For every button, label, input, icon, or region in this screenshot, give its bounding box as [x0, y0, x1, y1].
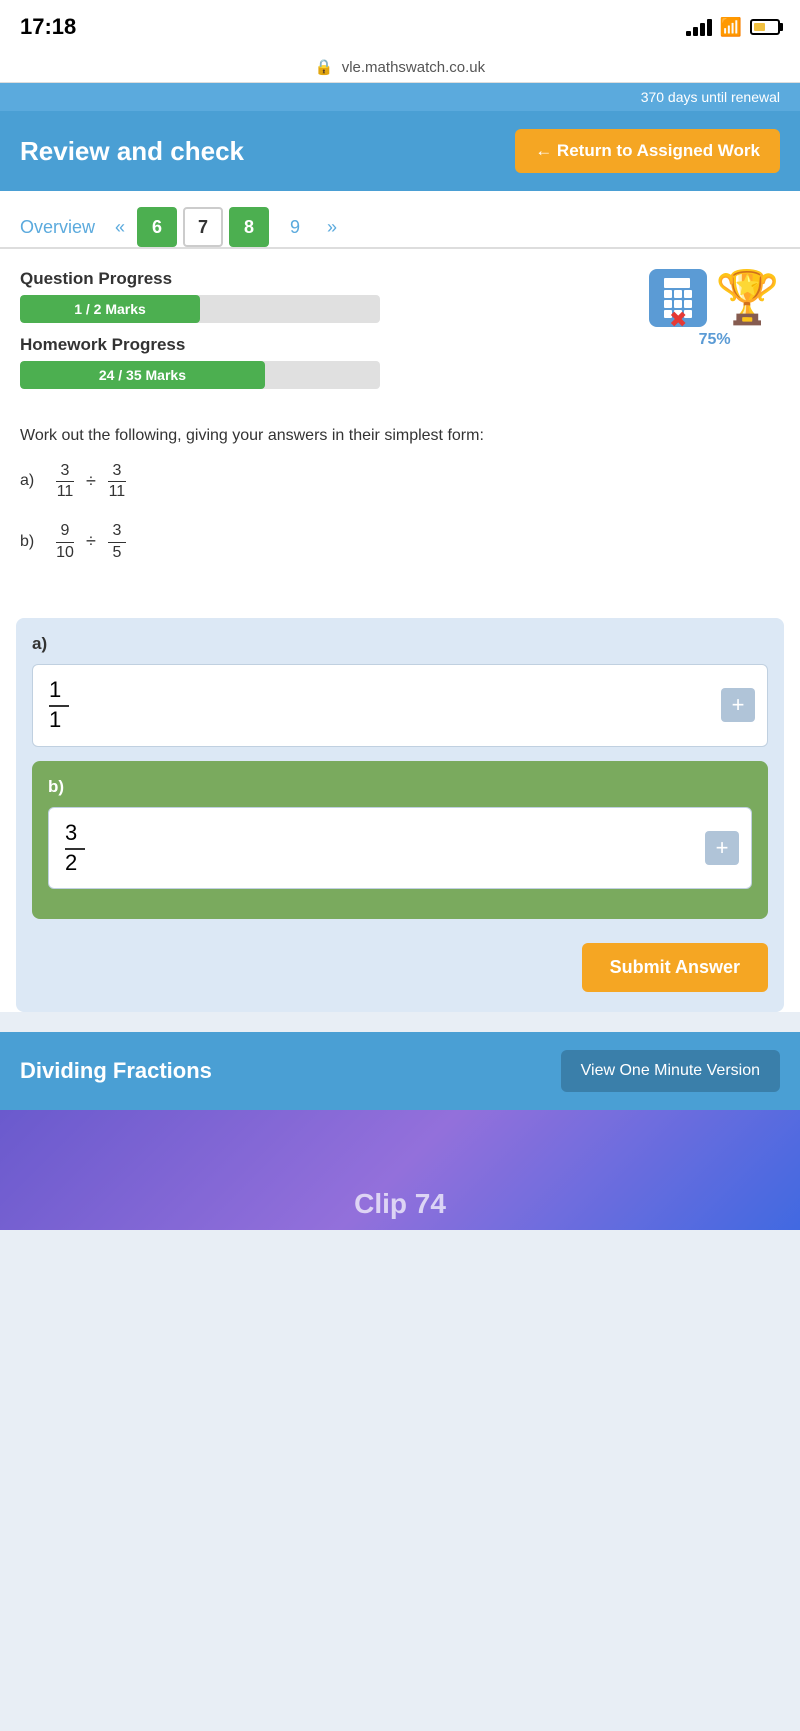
page-header: Review and check ← Return to Assigned Wo…: [0, 111, 800, 191]
calculator-icon: ✖: [649, 269, 707, 327]
video-watermark: Clip 74: [354, 1188, 446, 1220]
tabs-row: Overview « 6 7 8 9 »: [0, 191, 800, 249]
wifi-icon: 📶: [720, 17, 742, 38]
plus-button-b[interactable]: +: [705, 831, 739, 865]
homework-progress-fill: 24 / 35 Marks: [20, 361, 265, 389]
answer-fraction-b: 3 2: [65, 820, 85, 877]
trophy-star: ⭐: [735, 276, 760, 296]
tab-nav-prev[interactable]: «: [109, 213, 131, 242]
answer-input-b[interactable]: 3 2 +: [48, 807, 752, 890]
icons-row: ✖ 🏆 ⭐: [649, 269, 780, 327]
tab-item-6[interactable]: 6: [137, 207, 177, 247]
tab-item-9[interactable]: 9: [275, 207, 315, 247]
status-bar: 17:18 📶: [0, 0, 800, 52]
tab-item-8[interactable]: 8: [229, 207, 269, 247]
part-b-label: b): [20, 533, 50, 551]
tab-nav-next[interactable]: »: [321, 213, 343, 242]
operator-b: ÷: [86, 531, 96, 552]
question-instruction: Work out the following, giving your answ…: [20, 427, 780, 445]
status-time: 17:18: [20, 14, 76, 40]
page-title: Review and check: [20, 136, 244, 167]
fraction-b2: 3 5: [108, 521, 126, 561]
red-x-icon: ✖: [669, 307, 687, 333]
question-area: Work out the following, giving your answ…: [0, 411, 800, 598]
question-part-a: a) 3 11 ÷ 3 11: [20, 461, 780, 501]
homework-progress-label: Homework Progress: [20, 335, 649, 355]
operator-a: ÷: [86, 471, 96, 492]
renewal-text: 370 days until renewal: [641, 89, 780, 105]
progress-right: ✖ 🏆 ⭐ 75%: [649, 269, 780, 349]
answer-part-a-label: a): [32, 634, 768, 654]
trophy-percent: 75%: [699, 331, 731, 349]
fraction-a2: 3 11: [108, 461, 126, 501]
answer-part-b-container: b) 3 2 +: [32, 761, 768, 920]
submit-row: Submit Answer: [32, 933, 768, 996]
view-one-minute-version-button[interactable]: View One Minute Version: [561, 1050, 780, 1092]
signal-icon: [686, 19, 712, 36]
question-progress-bar: 1 / 2 Marks: [20, 295, 380, 323]
question-progress-label: Question Progress: [20, 269, 649, 289]
return-to-assigned-work-button[interactable]: ← Return to Assigned Work: [515, 129, 780, 173]
dividing-fractions-title: Dividing Fractions: [20, 1058, 212, 1084]
lock-icon: 🔒: [315, 59, 334, 76]
submit-answer-button[interactable]: Submit Answer: [582, 943, 768, 992]
fraction-b1: 9 10: [56, 521, 74, 561]
answer-fraction-a: 1 1: [49, 677, 69, 734]
main-content: Overview « 6 7 8 9 » Question Progress 1…: [0, 191, 800, 1012]
progress-left: Question Progress 1 / 2 Marks Homework P…: [20, 269, 649, 401]
trophy-icon: 🏆 ⭐: [715, 272, 780, 324]
answer-part-b-label: b): [48, 777, 752, 797]
tab-item-7[interactable]: 7: [183, 207, 223, 247]
part-a-label: a): [20, 472, 50, 490]
answer-input-a[interactable]: 1 1 +: [32, 664, 768, 747]
battery-icon: [750, 19, 780, 35]
tab-overview[interactable]: Overview: [20, 217, 95, 238]
bottom-section: Dividing Fractions View One Minute Versi…: [0, 1032, 800, 1110]
url-bar: 🔒 vle.mathswatch.co.uk: [0, 52, 800, 83]
question-part-b: b) 9 10 ÷ 3 5: [20, 521, 780, 561]
plus-button-a[interactable]: +: [721, 688, 755, 722]
status-icons: 📶: [686, 17, 780, 38]
answer-section: a) 1 1 + b) 3 2 + Submit Answer: [16, 618, 784, 1013]
video-preview: Clip 74: [0, 1110, 800, 1230]
renewal-banner: 370 days until renewal: [0, 83, 800, 111]
fraction-a1: 3 11: [56, 461, 74, 501]
url-text: vle.mathswatch.co.uk: [342, 59, 485, 76]
question-progress-fill: 1 / 2 Marks: [20, 295, 200, 323]
progress-section: Question Progress 1 / 2 Marks Homework P…: [0, 249, 800, 411]
homework-progress-bar: 24 / 35 Marks: [20, 361, 380, 389]
